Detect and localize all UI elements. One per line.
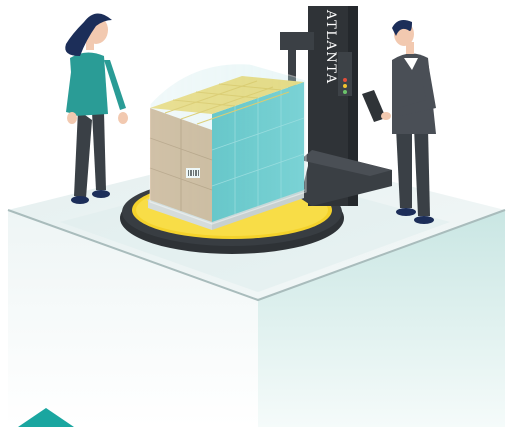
indicator-lights-icon — [343, 78, 347, 94]
machine-arm — [280, 32, 314, 50]
control-panel — [338, 52, 352, 96]
woman-figure — [65, 13, 128, 204]
machine-brand-label: ATLANTA — [323, 9, 338, 85]
illustration-scene: ATLANTA — [7, 6, 506, 427]
stretch-film — [149, 63, 307, 225]
wrapped-pallet — [146, 63, 307, 230]
